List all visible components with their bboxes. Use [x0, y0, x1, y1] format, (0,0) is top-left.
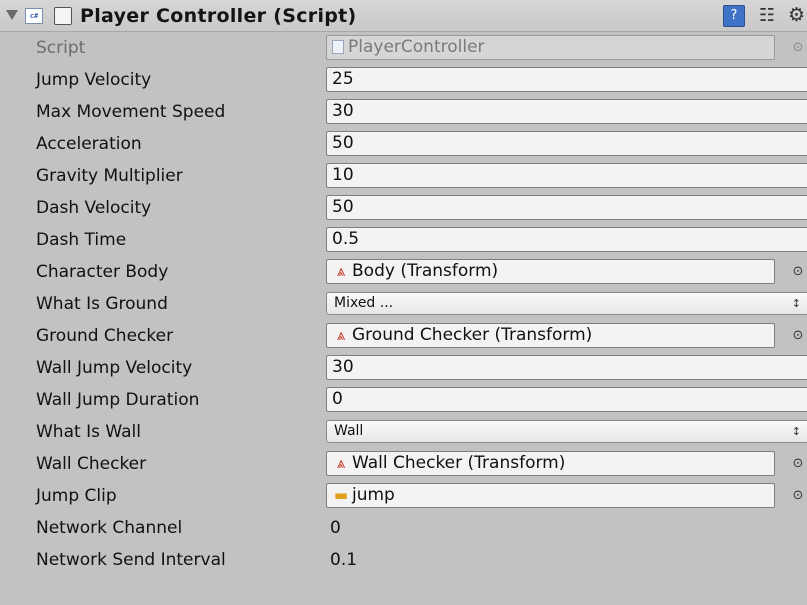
- field-label: Wall Jump Velocity: [36, 358, 193, 378]
- wall-checker-object-field[interactable]: ⩓ Wall Checker (Transform): [326, 451, 775, 476]
- script-value: PlayerController: [348, 37, 485, 57]
- character-body-value: Body (Transform): [352, 261, 499, 281]
- object-picker-icon[interactable]: ⊙: [789, 262, 807, 282]
- field-row-dash-velocity: Dash Velocity 50: [0, 192, 807, 224]
- field-label: Dash Velocity: [36, 198, 152, 218]
- component-header: c# Player Controller (Script) ? ☷ ⚙: [0, 0, 807, 32]
- help-book-icon[interactable]: ?: [723, 5, 745, 27]
- jump-velocity-input[interactable]: 25: [326, 67, 807, 92]
- transform-icon: ⩓: [336, 262, 346, 280]
- dash-time-input[interactable]: 0.5: [326, 227, 807, 252]
- field-row-network-send-interval: Network Send Interval 0.1: [0, 544, 807, 576]
- field-row-max-movement-speed: Max Movement Speed 30: [0, 96, 807, 128]
- wall-jump-velocity-input[interactable]: 30: [326, 355, 807, 380]
- dropdown-arrow-icon: ↕: [791, 297, 801, 310]
- what-is-wall-dropdown[interactable]: Wall ↕: [326, 420, 807, 443]
- what-is-ground-value: Mixed ...: [334, 295, 394, 311]
- ground-checker-value: Ground Checker (Transform): [352, 325, 593, 345]
- field-label: Dash Time: [36, 230, 127, 250]
- field-label: What Is Wall: [36, 422, 141, 442]
- object-picker-icon[interactable]: ⊙: [789, 454, 807, 474]
- character-body-object-field[interactable]: ⩓ Body (Transform): [326, 259, 775, 284]
- script-file-icon: [332, 40, 344, 54]
- gravity-multiplier-input[interactable]: 10: [326, 163, 807, 188]
- field-row-wall-jump-velocity: Wall Jump Velocity 30: [0, 352, 807, 384]
- foldout-arrow-icon[interactable]: [6, 10, 18, 20]
- dropdown-arrow-icon: ↕: [791, 425, 801, 438]
- field-label: Ground Checker: [36, 326, 174, 346]
- transform-icon: ⩓: [336, 454, 346, 472]
- dash-velocity-input[interactable]: 50: [326, 195, 807, 220]
- component-title: Player Controller (Script): [80, 5, 357, 27]
- what-is-ground-dropdown[interactable]: Mixed ... ↕: [326, 292, 807, 315]
- field-label: Wall Jump Duration: [36, 390, 200, 410]
- field-row-jump-velocity: Jump Velocity 25: [0, 64, 807, 96]
- field-row-wall-jump-duration: Wall Jump Duration 0: [0, 384, 807, 416]
- field-row-network-channel: Network Channel 0: [0, 512, 807, 544]
- field-row-script: Script PlayerController ⊙: [0, 32, 807, 64]
- field-label: Jump Velocity: [36, 70, 152, 90]
- what-is-wall-value: Wall: [334, 423, 364, 439]
- field-row-wall-checker: Wall Checker ⩓ Wall Checker (Transform) ⊙: [0, 448, 807, 480]
- object-picker-icon: ⊙: [792, 40, 804, 55]
- field-label: Gravity Multiplier: [36, 166, 183, 186]
- field-row-gravity-multiplier: Gravity Multiplier 10: [0, 160, 807, 192]
- max-movement-speed-input[interactable]: 30: [326, 99, 807, 124]
- field-row-jump-clip: Jump Clip ▬ jump ⊙: [0, 480, 807, 512]
- component-enabled-checkbox[interactable]: [54, 7, 72, 25]
- field-label: Acceleration: [36, 134, 142, 154]
- transform-icon: ⩓: [336, 326, 346, 344]
- field-label: Jump Clip: [36, 486, 117, 506]
- jump-clip-object-field[interactable]: ▬ jump: [326, 483, 775, 508]
- field-row-dash-time: Dash Time 0.5: [0, 224, 807, 256]
- field-label: Network Send Interval: [36, 550, 226, 570]
- field-label: Script: [36, 38, 86, 58]
- field-label: Max Movement Speed: [36, 102, 226, 122]
- field-row-what-is-wall: What Is Wall Wall ↕: [0, 416, 807, 448]
- network-send-interval-value: 0.1: [330, 550, 358, 570]
- ground-checker-object-field[interactable]: ⩓ Ground Checker (Transform): [326, 323, 775, 348]
- preset-icon[interactable]: ☷: [757, 5, 777, 27]
- field-label: What Is Ground: [36, 294, 168, 314]
- object-picker-icon[interactable]: ⊙: [789, 326, 807, 346]
- field-label: Wall Checker: [36, 454, 147, 474]
- field-row-acceleration: Acceleration 50: [0, 128, 807, 160]
- field-row-character-body: Character Body ⩓ Body (Transform) ⊙: [0, 256, 807, 288]
- wall-checker-value: Wall Checker (Transform): [352, 453, 566, 473]
- network-channel-value: 0: [330, 518, 341, 538]
- object-picker-icon[interactable]: ⊙: [789, 486, 807, 506]
- field-row-what-is-ground: What Is Ground Mixed ... ↕: [0, 288, 807, 320]
- wall-jump-duration-input[interactable]: 0: [326, 387, 807, 412]
- field-label: Character Body: [36, 262, 169, 282]
- jump-clip-value: jump: [352, 485, 395, 505]
- field-label: Network Channel: [36, 518, 183, 538]
- field-row-ground-checker: Ground Checker ⩓ Ground Checker (Transfor…: [0, 320, 807, 352]
- audio-clip-icon: ▬: [333, 486, 349, 504]
- acceleration-input[interactable]: 50: [326, 131, 807, 156]
- script-object-field: PlayerController: [326, 35, 775, 60]
- csharp-script-icon: c#: [25, 8, 43, 24]
- gear-icon[interactable]: ⚙: [786, 3, 807, 27]
